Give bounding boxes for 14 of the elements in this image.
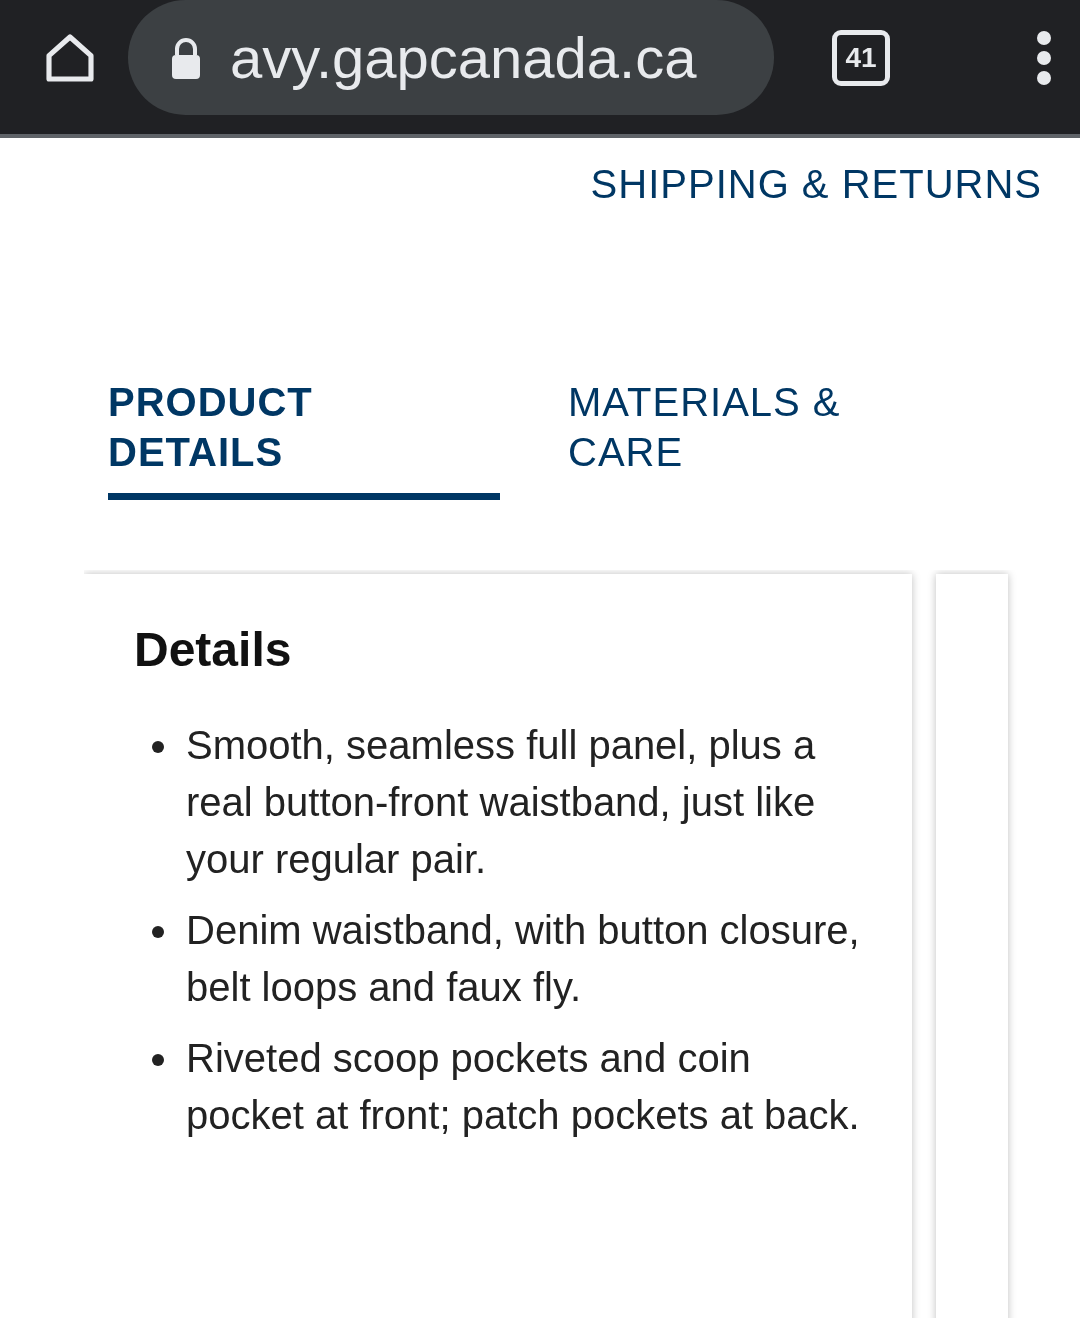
tab[interactable]: MATERIALS & CARE [568,377,888,500]
tab-count-button[interactable]: 41 [832,30,890,86]
address-bar[interactable]: avy.gapcanada.ca [128,0,774,115]
bullet-text: Denim waistband, with button closure, belt loops and faux fly. [186,907,861,1011]
url-text: avy.gapcanada.ca [230,24,697,91]
bullet-text: Smooth, seamless full panel, plus a real button-front waistband, just like your regular pair. [186,722,817,883]
bullet-icon [152,741,164,753]
bullet-icon [152,1054,164,1066]
tab[interactable]: PRODUCT DETAILS [108,377,500,500]
shipping-returns-link[interactable]: SHIPPING & RETURNS [0,162,1042,207]
card-heading: Details [134,622,293,677]
lock-icon [170,36,202,79]
bullet-text: Riveted scoop pockets and coin pocket at front; patch pockets at back. [186,1035,861,1139]
bullet-icon [152,926,164,938]
